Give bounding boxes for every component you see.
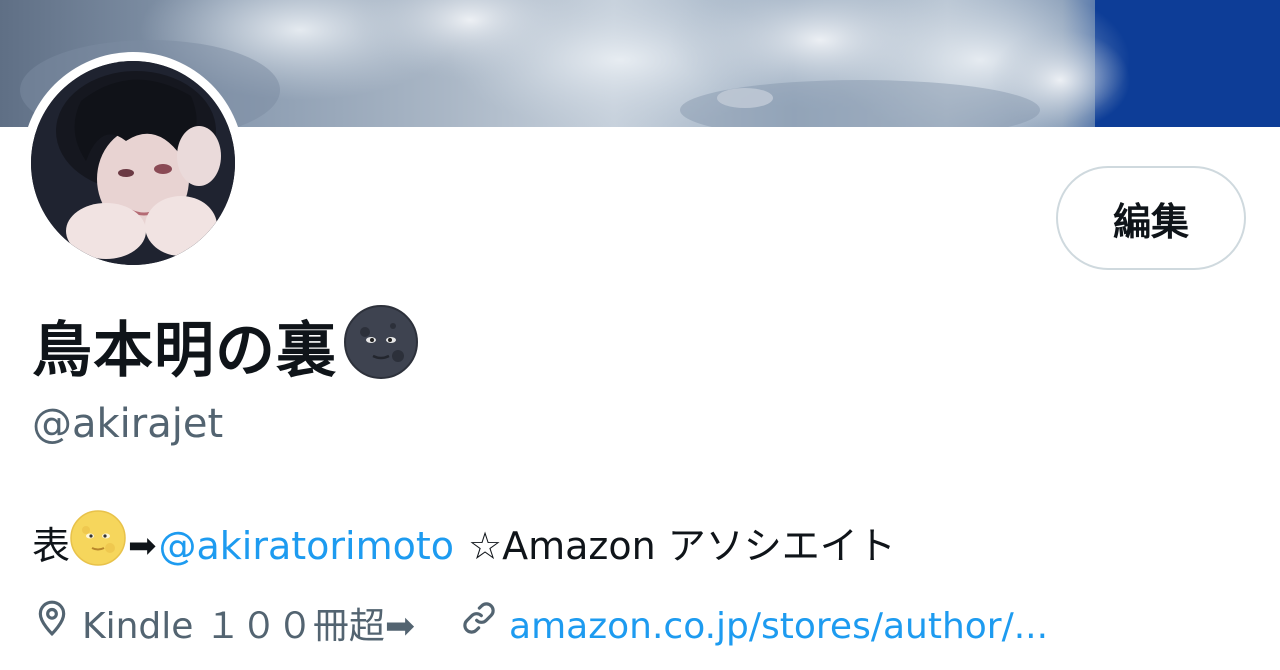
- avatar-frame: [22, 52, 244, 274]
- profile-meta: Kindle １００冊超➡ amazon.co.jp/stores/author…: [32, 598, 1048, 655]
- avatar[interactable]: [31, 61, 235, 265]
- display-name-text: 鳥本明の裏: [32, 316, 337, 386]
- bio-suffix: ☆Amazon アソシエイト: [468, 523, 896, 568]
- profile-location: Kindle １００冊超➡: [82, 605, 416, 647]
- bio-mention-link[interactable]: @akiratorimoto: [159, 518, 455, 574]
- bio-prefix: 表: [32, 523, 71, 568]
- edit-profile-button[interactable]: 編集: [1056, 166, 1246, 270]
- link-icon: [459, 598, 499, 655]
- full-moon-face-icon: [70, 510, 126, 581]
- location-pin-icon: [32, 598, 72, 655]
- new-moon-face-icon: [343, 304, 419, 398]
- profile-website-link[interactable]: amazon.co.jp/stores/author/...: [509, 599, 1048, 655]
- profile-bio: 表 ➡ @akiratorimoto ☆Amazon アソシエイト: [32, 510, 896, 581]
- display-name: 鳥本明の裏: [32, 304, 419, 398]
- user-handle: @akirajet: [32, 401, 224, 447]
- arrow-right-icon: ➡: [128, 525, 157, 566]
- avatar-illustration-image: [31, 61, 235, 265]
